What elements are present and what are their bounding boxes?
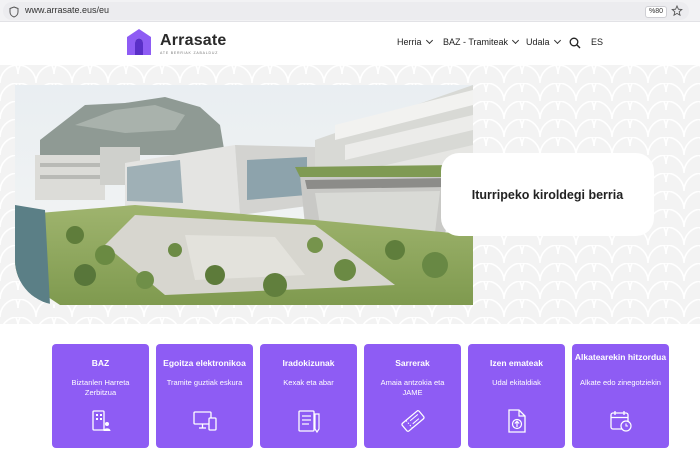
nav-label: BAZ - Tramiteak [443, 37, 509, 47]
nav-herria[interactable]: Herria [397, 36, 433, 47]
logo-house-icon[interactable] [125, 27, 153, 57]
hero-caption-card[interactable]: Iturripeko kiroldegi berria [441, 153, 654, 236]
tile-subtitle: Alkate edo zinegotziekin [580, 378, 661, 387]
tile-iradokizunak[interactable]: Iradokizunak Kexak eta abar [260, 344, 357, 448]
quick-access-tiles: BAZ Biztanlen Harreta Zerbitzua Egoitza … [0, 324, 700, 460]
address-bar[interactable]: www.arrasate.eus/eu %80 [3, 2, 689, 20]
upload-document-icon [508, 409, 526, 433]
hero-title: Iturripeko kiroldegi berria [471, 187, 624, 202]
tile-subtitle: Kexak eta abar [283, 378, 334, 387]
tile-title: BAZ [91, 358, 110, 368]
bookmark-star-icon[interactable] [671, 5, 683, 17]
document-pencil-icon [298, 410, 320, 434]
search-icon[interactable] [569, 37, 581, 49]
chevron-down-icon [553, 36, 561, 45]
tile-egoitza-elektronikoa[interactable]: Egoitza elektronikoa Tramite guztiak esk… [156, 344, 253, 448]
site-header: Arrasate ATE BERRIAK ZABALDUZ Herria BAZ… [0, 22, 700, 65]
nav-label: Herria [397, 37, 422, 47]
chevron-down-icon [511, 36, 520, 45]
people-building-icon [92, 410, 111, 431]
tile-title: Sarrerak [395, 358, 430, 368]
ticket-icon [401, 410, 425, 432]
zoom-level-badge[interactable]: %80 [645, 6, 668, 18]
tile-title: Egoitza elektronikoa [163, 358, 246, 368]
hero-sports-center-image[interactable] [15, 85, 473, 305]
tile-subtitle: Amaia antzokia eta JAME [380, 378, 445, 397]
language-switch[interactable]: ES [591, 37, 603, 47]
tile-alkatearekin-hitzordua[interactable]: Alkatearekin hitzordua Alkate edo zinego… [572, 344, 669, 448]
tile-izen-emateak[interactable]: Izen emateak Udal ekitaldiak [468, 344, 565, 448]
tile-sarrerak[interactable]: Sarrerak Amaia antzokia eta JAME [364, 344, 461, 448]
logo-tagline: ATE BERRIAK ZABALDUZ [160, 51, 219, 55]
tile-title: Alkatearekin hitzordua [574, 352, 667, 362]
hero-banner: Iturripeko kiroldegi berria [0, 65, 700, 324]
calendar-clock-icon [610, 411, 632, 432]
browser-toolbar: www.arrasate.eus/eu %80 [0, 0, 700, 22]
chevron-down-icon [425, 36, 433, 45]
url-text[interactable]: www.arrasate.eus/eu [25, 5, 109, 15]
tile-subtitle: Udal ekitaldiak [492, 378, 541, 387]
shield-icon[interactable] [9, 6, 19, 18]
tile-subtitle: Biztanlen Harreta Zerbitzua [71, 378, 130, 397]
tile-title: Izen emateak [490, 358, 543, 368]
nav-udala[interactable]: Udala [526, 36, 561, 47]
tile-title: Iradokizunak [282, 358, 335, 368]
nav-label: Udala [526, 37, 550, 47]
tile-subtitle: Tramite guztiak eskura [166, 378, 243, 387]
tile-baz[interactable]: BAZ Biztanlen Harreta Zerbitzua [52, 344, 149, 448]
nav-baz-tramiteak[interactable]: BAZ - Tramiteak [443, 36, 520, 47]
logo-name[interactable]: Arrasate [160, 32, 227, 50]
devices-icon [193, 411, 217, 431]
